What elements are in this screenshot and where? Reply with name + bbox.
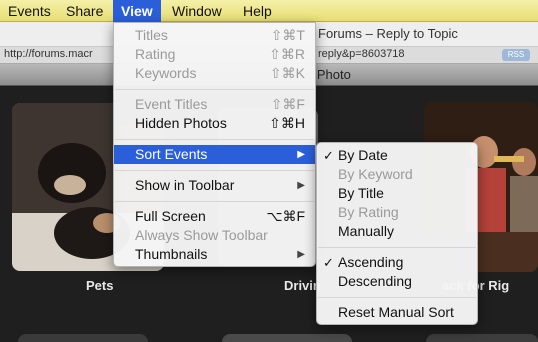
menu-separator (318, 247, 476, 248)
menu-separator (318, 297, 476, 298)
menu-item-show-in-toolbar-label: Show in Toolbar (135, 177, 235, 193)
event-thumbnail-row2-a[interactable] (18, 334, 148, 342)
menu-item-full-screen-label: Full Screen (135, 208, 206, 224)
browser-window-title: Forums – Reply to Topic (318, 26, 458, 41)
menu-item-always-show-toolbar-label: Always Show Toolbar (135, 227, 268, 243)
menu-item-hidden-photos[interactable]: Hidden Photos ⇧⌘H (114, 114, 315, 133)
event-label-pets: Pets (86, 278, 114, 293)
menu-item-manually[interactable]: Manually (317, 222, 477, 241)
menu-item-by-title-label: By Title (338, 185, 384, 201)
menu-item-thumbnails[interactable]: Thumbnails ▶ (114, 245, 315, 264)
event-thumbnail-row2-b[interactable] (222, 334, 352, 342)
menubar-window[interactable]: Window (164, 0, 230, 22)
menu-item-full-screen[interactable]: Full Screen ⌥⌘F (114, 207, 315, 226)
menu-item-by-rating-label: By Rating (338, 204, 399, 220)
menu-item-reset-manual-sort[interactable]: Reset Manual Sort (317, 303, 477, 322)
menubar-help[interactable]: Help (235, 0, 280, 22)
event-thumbnail-row2-c[interactable] (426, 334, 538, 342)
menu-item-ascending[interactable]: ✓ Ascending (317, 253, 477, 272)
menu-item-event-titles-label: Event Titles (135, 96, 208, 112)
menu-item-rating[interactable]: Rating ⇧⌘R (114, 45, 315, 64)
menu-item-sort-events[interactable]: Sort Events ▶ (114, 145, 315, 164)
menu-item-keywords[interactable]: Keywords ⇧⌘K (114, 64, 315, 83)
menu-item-show-in-toolbar[interactable]: Show in Toolbar ▶ (114, 176, 315, 195)
menubar-view[interactable]: View (113, 0, 161, 22)
menu-item-manually-label: Manually (338, 223, 395, 239)
menu-item-by-rating[interactable]: By Rating (317, 203, 477, 222)
iphoto-window-title: iPhoto (314, 67, 351, 82)
menu-item-by-keyword-label: By Keyword (338, 166, 413, 182)
browser-url-text: http://forums.macr (4, 48, 93, 60)
view-menu: Titles ⇧⌘T Rating ⇧⌘R Keywords ⇧⌘K Event… (113, 22, 316, 267)
menubar-share[interactable]: Share (58, 0, 111, 22)
menu-item-rating-label: Rating (135, 46, 176, 62)
menu-item-thumbnails-label: Thumbnails (135, 246, 208, 262)
menu-item-keywords-shortcut: ⇧⌘K (269, 65, 305, 81)
menu-item-by-date[interactable]: ✓ By Date (317, 146, 477, 165)
checkmark-icon: ✓ (323, 148, 334, 163)
menu-item-by-date-label: By Date (338, 147, 388, 163)
rss-icon[interactable]: RSS (502, 49, 530, 61)
menu-item-ascending-label: Ascending (338, 254, 404, 270)
submenu-arrow-icon: ▶ (297, 149, 305, 160)
menu-item-keywords-label: Keywords (135, 65, 197, 81)
browser-url-tail: reply&p=8603718 (318, 48, 405, 60)
menu-item-by-keyword[interactable]: By Keyword (317, 165, 477, 184)
menu-item-titles-label: Titles (135, 27, 168, 43)
sort-events-submenu: ✓ By Date By Keyword By Title By Rating … (316, 142, 478, 325)
menu-item-descending-label: Descending (338, 273, 412, 289)
menu-item-event-titles[interactable]: Event Titles ⇧⌘F (114, 95, 315, 114)
menu-item-hidden-photos-label: Hidden Photos (135, 115, 227, 131)
menu-item-descending[interactable]: Descending (317, 272, 477, 291)
menu-item-hidden-photos-shortcut: ⇧⌘H (269, 115, 305, 131)
menu-separator (115, 139, 314, 140)
menubar-events[interactable]: Events (0, 0, 59, 22)
menu-item-full-screen-shortcut: ⌥⌘F (266, 208, 305, 224)
menu-separator (115, 170, 314, 171)
submenu-arrow-icon: ▶ (297, 180, 305, 191)
menu-item-by-title[interactable]: By Title (317, 184, 477, 203)
menu-item-sort-events-label: Sort Events (135, 146, 208, 162)
menu-item-titles-shortcut: ⇧⌘T (270, 27, 305, 43)
checkmark-icon: ✓ (323, 255, 334, 270)
menu-item-reset-manual-sort-label: Reset Manual Sort (338, 304, 454, 320)
menu-separator (115, 201, 314, 202)
submenu-arrow-icon: ▶ (297, 249, 305, 260)
menu-item-titles[interactable]: Titles ⇧⌘T (114, 26, 315, 45)
menu-separator (115, 89, 314, 90)
menu-item-event-titles-shortcut: ⇧⌘F (270, 96, 305, 112)
menu-item-always-show-toolbar[interactable]: Always Show Toolbar (114, 226, 315, 245)
menu-item-rating-shortcut: ⇧⌘R (269, 46, 305, 62)
menu-bar: Events Share View Window Help (0, 0, 538, 22)
